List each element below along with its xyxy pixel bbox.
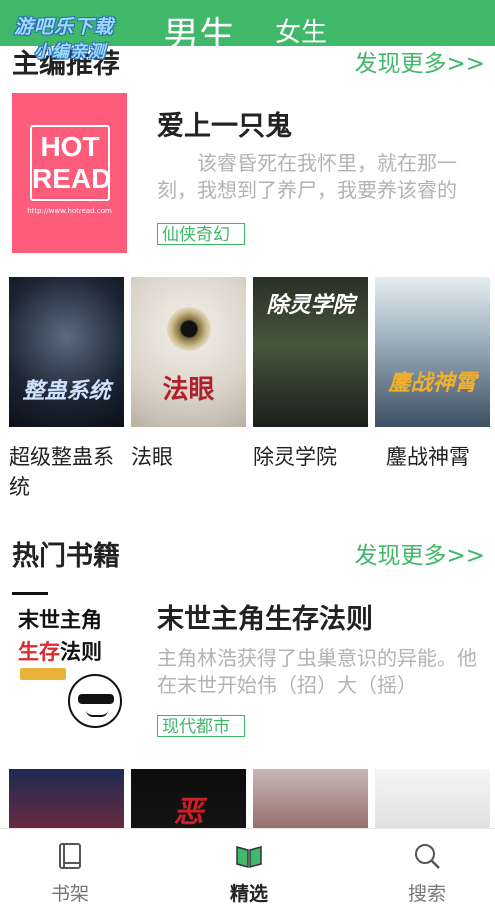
featured-book-description: 该睿昏死在我怀里，就在那一刻，我想到了养尸，我要养该睿的 (157, 151, 457, 202)
book-cover-3[interactable]: 除灵学院 (253, 277, 368, 427)
watermark-line1: 游吧乐下载 (14, 16, 115, 38)
featured-book-title[interactable]: 爱上一只鬼 (157, 104, 292, 143)
book-name-4[interactable]: 鏖战神霄 (386, 442, 470, 472)
cover-badge (20, 668, 66, 680)
more-link-hot-books[interactable]: 发现更多>> (354, 536, 485, 570)
book-cover-2[interactable]: 法眼 (131, 277, 246, 427)
watermark-line2: 小编亲测 (34, 42, 106, 62)
search-icon (415, 844, 440, 869)
cover-url: http://www.hotread.com (27, 207, 112, 215)
featured-book-cover[interactable]: HOT READ http://www.hotread.com (12, 93, 127, 253)
featured-book-tag[interactable]: 仙侠奇幻 (157, 223, 245, 245)
nav-label-featured: 精选 (229, 883, 268, 905)
cover-line1: 末世主角 (18, 608, 102, 632)
bottom-nav: 书架 精选 搜索 (0, 828, 495, 910)
open-book-icon (236, 846, 262, 868)
nav-search[interactable]: 搜索 (372, 829, 482, 910)
book-name-3[interactable]: 除灵学院 (253, 442, 337, 472)
cartoon-face (68, 674, 122, 728)
cover-logo-read: READ (32, 163, 112, 194)
cover-logo-box: HOT READ (30, 125, 112, 201)
featured-book-tag-2[interactable]: 现代都市 (157, 715, 245, 737)
featured-book-title-2[interactable]: 末世主角生存法则 (157, 597, 373, 636)
cover-title-2: 法眼 (162, 375, 215, 405)
book-name-2[interactable]: 法眼 (131, 442, 173, 472)
divider (12, 592, 48, 595)
nav-featured[interactable]: 精选 (194, 829, 304, 910)
cover-title-4: 鏖战神霄 (388, 371, 477, 396)
cover-line2-rest: 法则 (60, 640, 102, 664)
featured-book-cover-2[interactable]: 末世主角 生存法则 (12, 596, 127, 746)
sunglasses-illustration (78, 694, 114, 704)
section-title-hot-books: 热门书籍 (12, 541, 120, 572)
book-name-1[interactable]: 超级整蛊系统 (9, 442, 127, 502)
cover-title-6: 恶 (173, 795, 204, 830)
eye-illustration (167, 307, 211, 351)
cover-logo-hot: HOT (40, 131, 100, 162)
cover-line2-red: 生存 (18, 640, 60, 664)
tab-male[interactable]: 男生 (163, 6, 235, 58)
book-icon (59, 843, 81, 869)
mouth-illustration (86, 710, 108, 717)
nav-bookshelf[interactable]: 书架 (15, 829, 125, 910)
cover-title-3: 除灵学院 (266, 293, 355, 318)
featured-book-description-2: 主角林浩获得了虫巢意识的异能。他在末世开始伟（招）大（摇） (157, 646, 477, 697)
tab-female[interactable]: 女生 (275, 12, 327, 49)
more-link-editor-picks[interactable]: 发现更多>> (354, 44, 485, 78)
book-cover-1[interactable]: 整蛊系统 (9, 277, 124, 427)
book-cover-4[interactable]: 鏖战神霄 (375, 277, 490, 427)
nav-label-search: 搜索 (407, 883, 446, 905)
cover-title-1: 整蛊系统 (22, 379, 111, 404)
nav-label-bookshelf: 书架 (50, 883, 89, 905)
cover-line2: 生存法则 (18, 636, 102, 666)
